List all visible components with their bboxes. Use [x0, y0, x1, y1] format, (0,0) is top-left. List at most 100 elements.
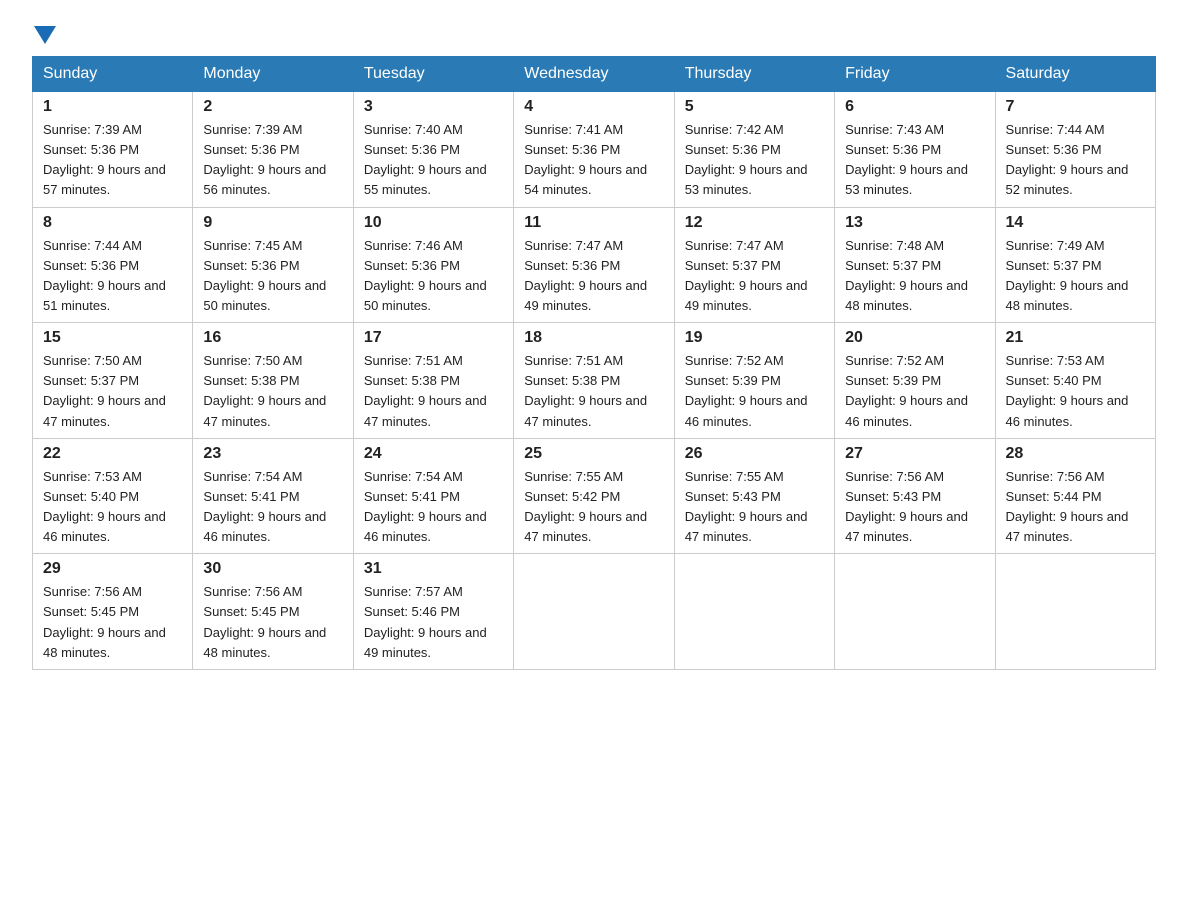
calendar-day-cell: 10 Sunrise: 7:46 AMSunset: 5:36 PMDayligh… [353, 207, 513, 323]
day-number: 8 [43, 214, 182, 232]
day-number: 6 [845, 98, 984, 116]
calendar-day-cell: 16 Sunrise: 7:50 AMSunset: 5:38 PMDayligh… [193, 323, 353, 439]
day-info: Sunrise: 7:49 AMSunset: 5:37 PMDaylight:… [1006, 238, 1129, 313]
day-number: 22 [43, 445, 182, 463]
calendar-week-row: 22 Sunrise: 7:53 AMSunset: 5:40 PMDayligh… [33, 438, 1156, 554]
day-info: Sunrise: 7:44 AMSunset: 5:36 PMDaylight:… [43, 238, 166, 313]
day-info: Sunrise: 7:51 AMSunset: 5:38 PMDaylight:… [364, 353, 487, 428]
calendar-day-cell: 3 Sunrise: 7:40 AMSunset: 5:36 PMDaylight… [353, 92, 513, 208]
calendar-header-cell: Monday [193, 57, 353, 92]
day-number: 24 [364, 445, 503, 463]
calendar-day-cell: 9 Sunrise: 7:45 AMSunset: 5:36 PMDaylight… [193, 207, 353, 323]
day-number: 18 [524, 329, 663, 347]
calendar-day-cell [835, 554, 995, 670]
day-number: 26 [685, 445, 824, 463]
day-number: 27 [845, 445, 984, 463]
day-info: Sunrise: 7:55 AMSunset: 5:43 PMDaylight:… [685, 469, 808, 544]
calendar-week-row: 1 Sunrise: 7:39 AMSunset: 5:36 PMDaylight… [33, 92, 1156, 208]
day-number: 10 [364, 214, 503, 232]
calendar-day-cell: 24Sunrise: 7:54 AMSunset: 5:41 PMDayligh… [353, 438, 513, 554]
day-info: Sunrise: 7:54 AMSunset: 5:41 PMDaylight:… [203, 469, 326, 544]
day-number: 1 [43, 98, 182, 116]
day-number: 9 [203, 214, 342, 232]
calendar-table: SundayMondayTuesdayWednesdayThursdayFrid… [32, 56, 1156, 670]
calendar-week-row: 29 Sunrise: 7:56 AMSunset: 5:45 PMDayligh… [33, 554, 1156, 670]
day-number: 31 [364, 560, 503, 578]
calendar-day-cell: 12 Sunrise: 7:47 AMSunset: 5:37 PMDayligh… [674, 207, 834, 323]
calendar-day-cell [514, 554, 674, 670]
calendar-header-cell: Thursday [674, 57, 834, 92]
day-number: 2 [203, 98, 342, 116]
day-info: Sunrise: 7:51 AMSunset: 5:38 PMDaylight:… [524, 353, 647, 428]
day-number: 25 [524, 445, 663, 463]
day-info: Sunrise: 7:53 AMSunset: 5:40 PMDaylight:… [43, 469, 166, 544]
calendar-header-cell: Wednesday [514, 57, 674, 92]
calendar-day-cell: 22 Sunrise: 7:53 AMSunset: 5:40 PMDayligh… [33, 438, 193, 554]
day-number: 7 [1006, 98, 1145, 116]
calendar-week-row: 15 Sunrise: 7:50 AMSunset: 5:37 PMDayligh… [33, 323, 1156, 439]
day-number: 4 [524, 98, 663, 116]
day-number: 16 [203, 329, 342, 347]
day-info: Sunrise: 7:57 AMSunset: 5:46 PMDaylight:… [364, 584, 487, 659]
day-info: Sunrise: 7:56 AMSunset: 5:45 PMDaylight:… [43, 584, 166, 659]
day-info: Sunrise: 7:45 AMSunset: 5:36 PMDaylight:… [203, 238, 326, 313]
calendar-day-cell: 5Sunrise: 7:42 AMSunset: 5:36 PMDaylight… [674, 92, 834, 208]
calendar-day-cell: 7Sunrise: 7:44 AMSunset: 5:36 PMDaylight… [995, 92, 1155, 208]
calendar-header-row: SundayMondayTuesdayWednesdayThursdayFrid… [33, 57, 1156, 92]
day-info: Sunrise: 7:53 AMSunset: 5:40 PMDaylight:… [1006, 353, 1129, 428]
day-number: 29 [43, 560, 182, 578]
calendar-day-cell: 26 Sunrise: 7:55 AMSunset: 5:43 PMDayligh… [674, 438, 834, 554]
day-info: Sunrise: 7:56 AMSunset: 5:43 PMDaylight:… [845, 469, 968, 544]
calendar-day-cell [674, 554, 834, 670]
day-info: Sunrise: 7:50 AMSunset: 5:37 PMDaylight:… [43, 353, 166, 428]
day-number: 17 [364, 329, 503, 347]
calendar-header-cell: Tuesday [353, 57, 513, 92]
day-info: Sunrise: 7:47 AMSunset: 5:36 PMDaylight:… [524, 238, 647, 313]
day-info: Sunrise: 7:55 AMSunset: 5:42 PMDaylight:… [524, 469, 647, 544]
day-number: 13 [845, 214, 984, 232]
day-number: 21 [1006, 329, 1145, 347]
day-number: 19 [685, 329, 824, 347]
day-info: Sunrise: 7:50 AMSunset: 5:38 PMDaylight:… [203, 353, 326, 428]
calendar-day-cell: 29 Sunrise: 7:56 AMSunset: 5:45 PMDayligh… [33, 554, 193, 670]
day-info: Sunrise: 7:40 AMSunset: 5:36 PMDaylight:… [364, 122, 487, 197]
calendar-week-row: 8 Sunrise: 7:44 AMSunset: 5:36 PMDaylight… [33, 207, 1156, 323]
calendar-day-cell: 20Sunrise: 7:52 AMSunset: 5:39 PMDayligh… [835, 323, 995, 439]
calendar-day-cell: 13 Sunrise: 7:48 AMSunset: 5:37 PMDayligh… [835, 207, 995, 323]
day-info: Sunrise: 7:56 AMSunset: 5:44 PMDaylight:… [1006, 469, 1129, 544]
logo-arrow-icon [34, 26, 56, 44]
day-number: 30 [203, 560, 342, 578]
day-number: 11 [524, 214, 663, 232]
calendar-day-cell: 15 Sunrise: 7:50 AMSunset: 5:37 PMDayligh… [33, 323, 193, 439]
calendar-day-cell: 19 Sunrise: 7:52 AMSunset: 5:39 PMDayligh… [674, 323, 834, 439]
calendar-day-cell: 31 Sunrise: 7:57 AMSunset: 5:46 PMDayligh… [353, 554, 513, 670]
day-info: Sunrise: 7:46 AMSunset: 5:36 PMDaylight:… [364, 238, 487, 313]
calendar-day-cell: 17 Sunrise: 7:51 AMSunset: 5:38 PMDayligh… [353, 323, 513, 439]
calendar-day-cell: 2 Sunrise: 7:39 AMSunset: 5:36 PMDaylight… [193, 92, 353, 208]
day-info: Sunrise: 7:52 AMSunset: 5:39 PMDaylight:… [685, 353, 808, 428]
day-number: 15 [43, 329, 182, 347]
calendar-day-cell: 25 Sunrise: 7:55 AMSunset: 5:42 PMDayligh… [514, 438, 674, 554]
day-info: Sunrise: 7:39 AMSunset: 5:36 PMDaylight:… [203, 122, 326, 197]
calendar-day-cell: 14Sunrise: 7:49 AMSunset: 5:37 PMDayligh… [995, 207, 1155, 323]
calendar-day-cell: 11 Sunrise: 7:47 AMSunset: 5:36 PMDayligh… [514, 207, 674, 323]
day-number: 5 [685, 98, 824, 116]
day-number: 28 [1006, 445, 1145, 463]
calendar-day-cell: 18 Sunrise: 7:51 AMSunset: 5:38 PMDayligh… [514, 323, 674, 439]
calendar-day-cell: 27 Sunrise: 7:56 AMSunset: 5:43 PMDayligh… [835, 438, 995, 554]
day-info: Sunrise: 7:43 AMSunset: 5:36 PMDaylight:… [845, 122, 968, 197]
calendar-day-cell: 21 Sunrise: 7:53 AMSunset: 5:40 PMDayligh… [995, 323, 1155, 439]
calendar-day-cell: 8 Sunrise: 7:44 AMSunset: 5:36 PMDaylight… [33, 207, 193, 323]
day-number: 12 [685, 214, 824, 232]
day-info: Sunrise: 7:48 AMSunset: 5:37 PMDaylight:… [845, 238, 968, 313]
calendar-day-cell: 6 Sunrise: 7:43 AMSunset: 5:36 PMDaylight… [835, 92, 995, 208]
calendar-header-cell: Saturday [995, 57, 1155, 92]
calendar-day-cell: 28 Sunrise: 7:56 AMSunset: 5:44 PMDayligh… [995, 438, 1155, 554]
day-info: Sunrise: 7:56 AMSunset: 5:45 PMDaylight:… [203, 584, 326, 659]
day-number: 3 [364, 98, 503, 116]
logo [32, 24, 56, 40]
calendar-day-cell [995, 554, 1155, 670]
day-info: Sunrise: 7:47 AMSunset: 5:37 PMDaylight:… [685, 238, 808, 313]
day-info: Sunrise: 7:52 AMSunset: 5:39 PMDaylight:… [845, 353, 968, 428]
calendar-header-cell: Friday [835, 57, 995, 92]
